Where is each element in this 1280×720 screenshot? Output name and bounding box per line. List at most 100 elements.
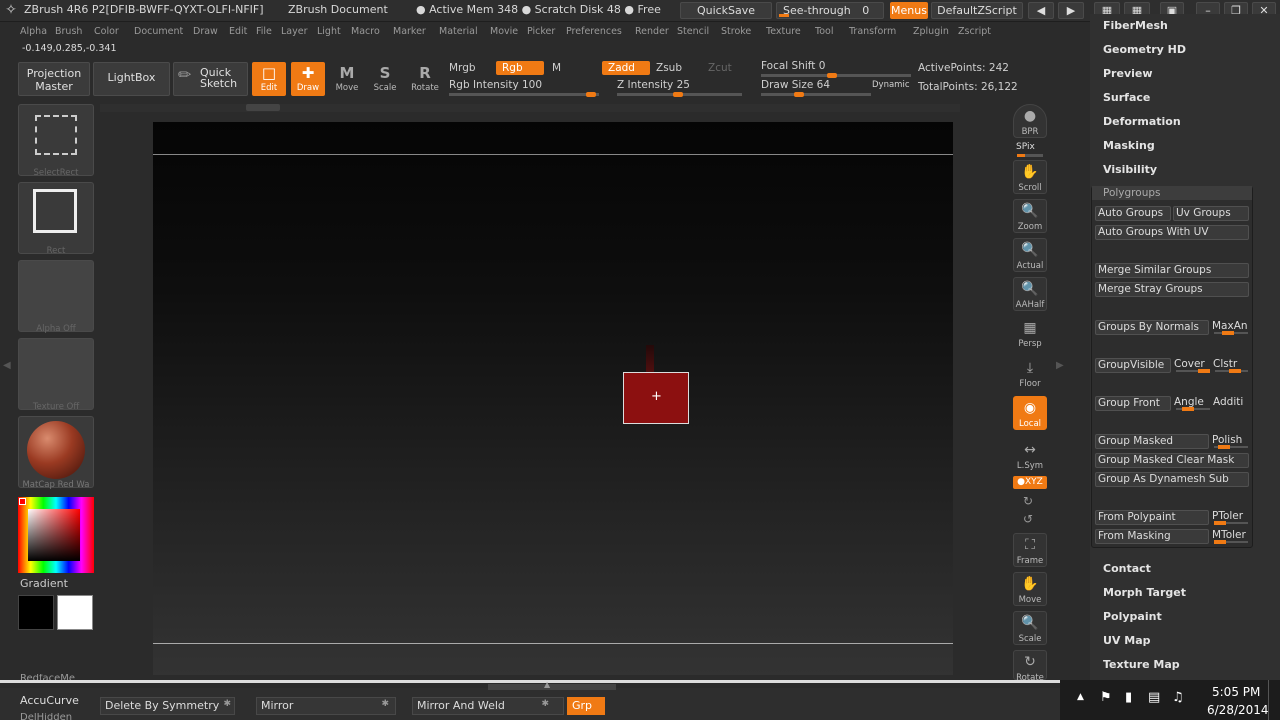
rgb-intensity-track[interactable]	[449, 92, 599, 97]
draw-size-slider[interactable]: Draw Size 64	[761, 79, 830, 91]
scroll-button[interactable]: ✋ Scroll	[1013, 160, 1047, 194]
menu-draw[interactable]: Draw	[193, 26, 218, 37]
mrgb-button[interactable]: Mrgb	[449, 62, 476, 74]
xyz-button[interactable]: ●XYZ	[1013, 476, 1047, 489]
from-polypaint-button[interactable]: From Polypaint	[1095, 510, 1209, 525]
cluster-slider[interactable]: Clstr	[1213, 358, 1250, 373]
deformation-header[interactable]: Deformation	[1103, 115, 1181, 128]
menu-color[interactable]: Color	[94, 26, 119, 37]
rotate-z-icon[interactable]: ↺	[1023, 512, 1033, 526]
quick-sketch-button[interactable]: ✏ Quick Sketch	[173, 62, 248, 96]
right-tray-arrow-icon[interactable]: ▶	[1056, 360, 1064, 371]
z-intensity-track[interactable]	[617, 92, 742, 97]
coverage-slider[interactable]: Cover	[1174, 358, 1212, 373]
bpr-button[interactable]: ● BPR	[1013, 104, 1047, 138]
m-button[interactable]: M	[552, 62, 561, 74]
color-picker[interactable]	[18, 497, 94, 573]
menu-picker[interactable]: Picker	[527, 26, 555, 37]
clock-date[interactable]: 6/28/2014	[1207, 703, 1269, 717]
surface-header[interactable]: Surface	[1103, 91, 1150, 104]
move-view-button[interactable]: ✋ Move	[1013, 572, 1047, 606]
persp-button[interactable]: ▦ Persp	[1013, 316, 1047, 350]
menu-macro[interactable]: Macro	[351, 26, 380, 37]
menu-tool[interactable]: Tool	[815, 26, 833, 37]
show-desktop-button[interactable]	[1268, 680, 1280, 720]
grp-button[interactable]: Grp	[567, 697, 605, 715]
rotate-button[interactable]: R Rotate	[408, 62, 442, 96]
contact-header[interactable]: Contact	[1103, 562, 1151, 575]
groups-by-normals-button[interactable]: Groups By Normals	[1095, 320, 1209, 335]
mtoler-slider[interactable]: MToler	[1212, 529, 1250, 544]
quicksave-button[interactable]: QuickSave	[680, 2, 772, 19]
groupvisible-button[interactable]: GroupVisible	[1095, 358, 1171, 373]
zadd-button[interactable]: Zadd	[602, 61, 650, 75]
edit-button[interactable]: □ Edit	[252, 62, 286, 96]
menu-layer[interactable]: Layer	[281, 26, 308, 37]
rotate-view-button[interactable]: ↻ Rotate	[1013, 650, 1047, 683]
menu-stroke[interactable]: Stroke	[721, 26, 751, 37]
aahalf-button[interactable]: 🔍 AAHalf	[1013, 277, 1047, 311]
focal-shift-slider[interactable]: Focal Shift 0	[761, 60, 825, 72]
menu-zscript[interactable]: Zscript	[958, 26, 991, 37]
select-rect-thumb[interactable]	[18, 104, 94, 176]
secondary-color-swatch[interactable]	[18, 595, 54, 630]
show-hidden-icons-icon[interactable]: ▲	[1077, 692, 1084, 702]
rect-thumb[interactable]	[18, 182, 94, 254]
floor-button[interactable]: ⤓ Floor	[1013, 356, 1047, 390]
group-as-dynamesh-sub-button[interactable]: Group As Dynamesh Sub	[1095, 472, 1249, 487]
polypaint-header[interactable]: Polypaint	[1103, 610, 1162, 623]
red-rect-object[interactable]: +	[623, 372, 689, 424]
flag-icon[interactable]: ⚑	[1100, 690, 1112, 705]
from-masking-button[interactable]: From Masking	[1095, 529, 1209, 544]
geometry-hd-header[interactable]: Geometry HD	[1103, 43, 1186, 56]
local-button[interactable]: ◉ Local	[1013, 396, 1047, 430]
dynamic-button[interactable]: Dynamic	[872, 80, 910, 90]
draw-size-track[interactable]	[761, 92, 871, 97]
menu-document[interactable]: Document	[134, 26, 183, 37]
additive-slider[interactable]: Additi	[1213, 396, 1250, 411]
frame-button[interactable]: ⛶ Frame	[1013, 533, 1047, 567]
see-through-slider[interactable]: See-through 0	[776, 2, 884, 19]
morph-target-header[interactable]: Morph Target	[1103, 586, 1186, 599]
maxangle-slider[interactable]: MaxAn	[1212, 320, 1250, 335]
prev-icon[interactable]: ◀	[1028, 2, 1054, 19]
menus-button[interactable]: Menus	[890, 2, 928, 19]
fibermesh-header[interactable]: FiberMesh	[1103, 19, 1168, 32]
ptoler-slider[interactable]: PToler	[1212, 510, 1250, 525]
projection-master-button[interactable]: Projection Master	[18, 62, 90, 96]
menu-zplugin[interactable]: Zplugin	[913, 26, 949, 37]
auto-groups-button[interactable]: Auto Groups	[1095, 206, 1171, 221]
volume-icon[interactable]: ♫	[1172, 690, 1184, 705]
focal-shift-track[interactable]	[761, 73, 911, 78]
clock-time[interactable]: 5:05 PM	[1212, 685, 1260, 699]
default-zscript-button[interactable]: DefaultZScript	[931, 2, 1023, 19]
auto-groups-with-uv-button[interactable]: Auto Groups With UV	[1095, 225, 1249, 240]
draw-button[interactable]: ✚ Draw	[291, 62, 325, 96]
merge-similar-groups-button[interactable]: Merge Similar Groups	[1095, 263, 1249, 278]
menu-stencil[interactable]: Stencil	[677, 26, 709, 37]
lsym-button[interactable]: ↔ L.Sym	[1013, 438, 1047, 472]
mirror-button[interactable]: Mirror ✱	[256, 697, 396, 715]
texture-thumb[interactable]	[18, 338, 94, 410]
texture-map-header[interactable]: Texture Map	[1103, 658, 1180, 671]
spix-label[interactable]: SPix	[1016, 142, 1035, 152]
menu-brush[interactable]: Brush	[55, 26, 82, 37]
rgb-button[interactable]: Rgb	[496, 61, 544, 75]
group-masked-clear-mask-button[interactable]: Group Masked Clear Mask	[1095, 453, 1249, 468]
scale-button[interactable]: S Scale	[368, 62, 402, 96]
z-intensity-slider[interactable]: Z Intensity 25	[617, 79, 690, 91]
material-thumb[interactable]	[18, 416, 94, 488]
menu-preferences[interactable]: Preferences	[566, 26, 622, 37]
shelf-handle[interactable]	[246, 104, 280, 111]
left-tray-arrow-icon[interactable]: ◀	[3, 360, 11, 371]
scale-view-button[interactable]: 🔍 Scale	[1013, 611, 1047, 645]
menu-texture[interactable]: Texture	[766, 26, 801, 37]
polygroups-header[interactable]: Polygroups	[1092, 186, 1252, 200]
menu-light[interactable]: Light	[317, 26, 341, 37]
network-icon[interactable]: ▤	[1148, 690, 1160, 705]
uv-map-header[interactable]: UV Map	[1103, 634, 1151, 647]
menu-file[interactable]: File	[256, 26, 272, 37]
menu-marker[interactable]: Marker	[393, 26, 426, 37]
color-square[interactable]	[28, 509, 80, 561]
bottom-shelf-handle[interactable]: ▲	[488, 680, 616, 690]
